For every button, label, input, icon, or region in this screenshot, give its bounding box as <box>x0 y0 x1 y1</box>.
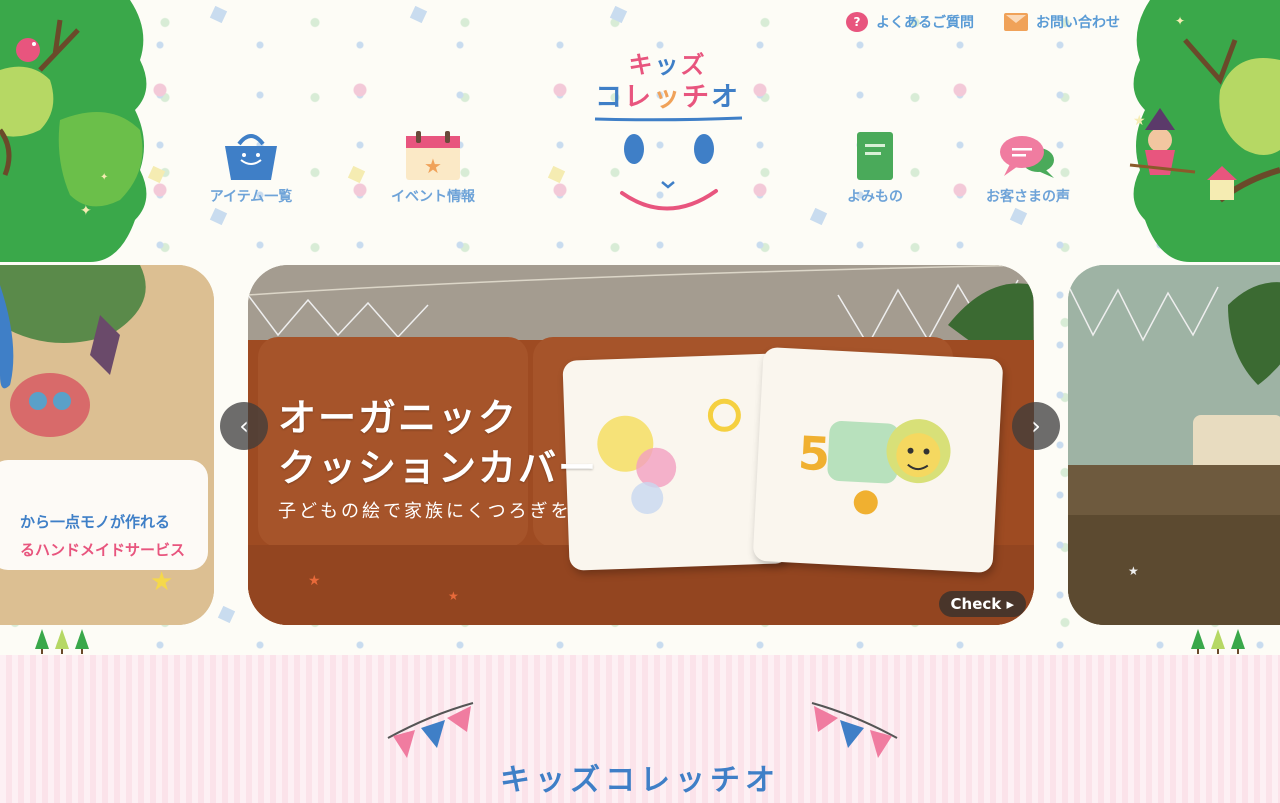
smiley-face-icon <box>594 116 743 211</box>
site-logo[interactable]: キッズ コレッチオ <box>590 45 745 220</box>
svg-text:★: ★ <box>1128 564 1139 578</box>
calendar-icon: ★ <box>406 131 460 180</box>
svg-text:★: ★ <box>150 567 173 597</box>
section-title: キッズコレッチオ <box>500 763 780 798</box>
question-icon: ? <box>846 12 868 32</box>
carousel-prev-button[interactable]: ‹ <box>220 402 268 450</box>
slide-title: オーガニック クッションカバー <box>278 396 599 490</box>
nav-item-items[interactable]: アイテム一覧 <box>186 120 316 206</box>
svg-text:✦: ✦ <box>1175 14 1185 28</box>
nav-item-events[interactable]: ★ イベント情報 <box>368 120 498 206</box>
check-button[interactable]: Check ▸ <box>938 591 1026 617</box>
plant-room-photo: ★ <box>1068 265 1280 625</box>
about-section: キッズコレッチオ <box>0 655 1280 803</box>
speech-bubble-icon <box>1000 136 1054 178</box>
tree-left-illustration: ✦ ✦ <box>0 0 155 262</box>
nav-item-voices[interactable]: お客さまの声 <box>963 120 1093 206</box>
slide-subtitle: 子どもの絵で家族にくつろぎを <box>278 501 572 522</box>
carousel-next-button[interactable]: › <box>1012 402 1060 450</box>
contact-label: お問い合わせ <box>1036 15 1120 31</box>
small-trees-icon <box>1191 629 1245 654</box>
svg-text:★: ★ <box>1133 113 1146 129</box>
svg-text:✦: ✦ <box>80 203 92 219</box>
utility-links: ? よくあるご質問 お問い合わせ <box>846 12 1120 32</box>
chevron-right-icon: › <box>1031 412 1041 440</box>
tree-right-illustration: ★ ✦ <box>1125 0 1280 262</box>
carousel-slide-prev[interactable]: ★ から一点モノが作れる るハンドメイドサービス <box>0 265 214 625</box>
faq-link[interactable]: ? よくあるご質問 <box>846 12 974 32</box>
prev-slide-caption: から一点モノが作れる るハンドメイドサービス <box>0 460 208 570</box>
contact-link[interactable]: お問い合わせ <box>1004 12 1120 32</box>
nav-item-reading[interactable]: よみもの <box>810 120 940 206</box>
svg-text:✦: ✦ <box>100 172 108 183</box>
basket-icon <box>225 134 277 180</box>
svg-text:★: ★ <box>308 573 321 589</box>
chevron-left-icon: ‹ <box>239 412 249 440</box>
svg-text:5: 5 <box>797 426 832 482</box>
kids-playing-photo: ★ <box>0 265 214 625</box>
small-trees-icon <box>35 629 89 654</box>
mail-icon <box>1004 13 1028 31</box>
carousel-slide-current[interactable]: ★ ★ ★ 5 オーガニック クッションカバー 子どもの絵で家族にくつろぎを C… <box>248 265 1034 625</box>
faq-label: よくあるご質問 <box>876 15 974 31</box>
cushion-right: 5 <box>752 346 1004 574</box>
svg-text:★: ★ <box>424 154 442 178</box>
carousel-slide-next[interactable]: ★ <box>1068 265 1280 625</box>
svg-text:★: ★ <box>448 589 459 603</box>
book-icon <box>857 132 893 180</box>
